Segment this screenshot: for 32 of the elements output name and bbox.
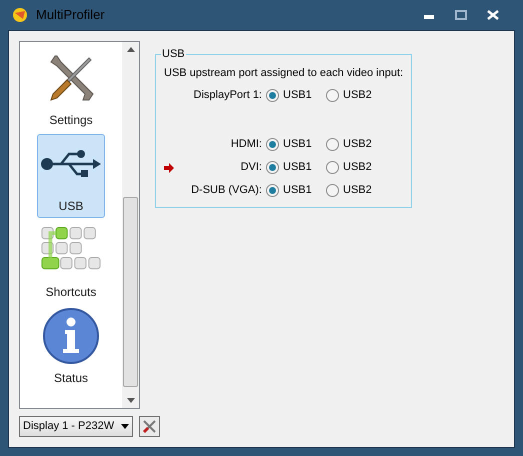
scroll-down-icon[interactable]	[126, 398, 134, 403]
sidebar-item[interactable]: Status	[37, 306, 105, 390]
radio-option[interactable]: USB1	[266, 159, 326, 176]
radio-option[interactable]: USB2	[326, 87, 386, 104]
radio-option[interactable]: USB2	[326, 182, 386, 199]
input-label: DVI:	[240, 160, 263, 176]
close-icon[interactable]	[487, 10, 499, 20]
tools-button[interactable]	[139, 416, 160, 437]
radio-option[interactable]: USB2	[326, 159, 386, 176]
scrollbar[interactable]	[122, 42, 139, 408]
maximize-icon[interactable]	[455, 10, 467, 20]
input-label: D-SUB (VGA):	[190, 183, 263, 198]
radio-option[interactable]: USB1	[266, 136, 326, 153]
caret-icon	[121, 424, 129, 429]
sidebar-item[interactable]: USB	[37, 134, 105, 218]
group-title: USB	[161, 47, 186, 62]
input-label: DisplayPort 1:	[192, 88, 263, 104]
window-title: MultiProfiler	[36, 6, 105, 24]
sidebar-item[interactable]: Settings	[37, 48, 105, 132]
app-logo-icon	[12, 7, 28, 23]
info-icon	[42, 307, 100, 365]
radio-option[interactable]: USB2	[326, 136, 386, 153]
sidebar-item[interactable]: Shortcuts	[37, 220, 105, 304]
tools-icon	[142, 419, 157, 434]
radio-option[interactable]: USB1	[266, 182, 326, 199]
description-text: USB upstream port assigned to each video input:	[164, 66, 404, 80]
display-dropdown[interactable]: Display 1 - P232W	[19, 416, 133, 437]
scroll-thumb[interactable]	[123, 197, 138, 387]
input-label: HDMI:	[230, 137, 263, 152]
arrow-icon	[164, 162, 174, 172]
scroll-up-icon[interactable]	[126, 47, 134, 52]
radio-option[interactable]: USB1	[266, 87, 326, 104]
